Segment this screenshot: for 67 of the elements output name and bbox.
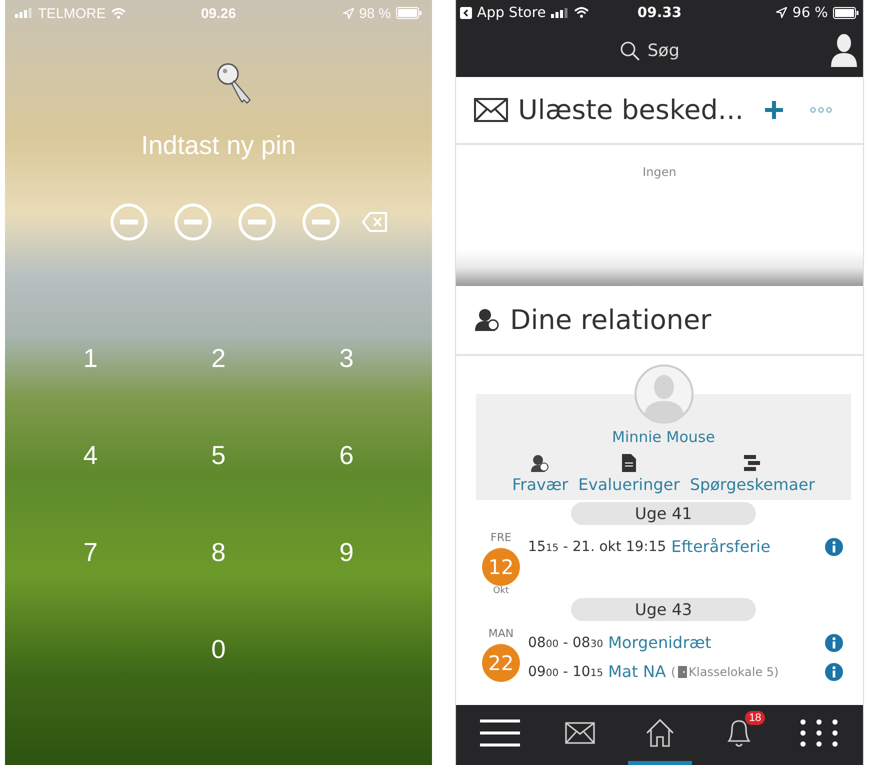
relation-link[interactable]: Spørgeskemaer — [690, 454, 815, 494]
add-icon[interactable] — [764, 100, 784, 120]
profile-icon[interactable] — [831, 33, 857, 67]
keypad-key[interactable]: 0 — [198, 629, 238, 669]
event-time: 0900 - 1015 — [528, 664, 604, 680]
wifi-icon — [574, 7, 589, 18]
keypad-key[interactable]: 5 — [198, 435, 238, 475]
home-icon — [644, 718, 674, 748]
search-icon — [620, 41, 640, 61]
keypad-key[interactable]: 1 — [70, 338, 110, 378]
clock-time: 09.26 — [200, 5, 236, 21]
location-arrow-icon — [776, 7, 788, 18]
section-title: Dine relationer — [510, 304, 712, 336]
event-title[interactable]: Mat NA — [608, 662, 666, 681]
weekday-label: FRE — [490, 531, 512, 544]
battery-icon — [832, 6, 859, 18]
battery-icon — [396, 7, 422, 19]
keypad-key[interactable]: 7 — [70, 532, 110, 572]
event-location: Klasselokale 5) — [688, 664, 779, 678]
info-icon[interactable] — [825, 634, 843, 652]
info-icon[interactable] — [825, 662, 843, 680]
info-icon[interactable] — [825, 538, 843, 556]
keypad-key[interactable]: 9 — [326, 532, 366, 572]
relation-link[interactable]: Evalueringer — [578, 454, 680, 494]
event-time: 0800 - 0830 — [528, 634, 604, 650]
door-icon — [678, 666, 687, 678]
week-label: Uge 43 — [571, 598, 756, 621]
relation-link[interactable]: Fravær — [512, 454, 568, 494]
back-app-name[interactable]: App Store — [477, 4, 546, 20]
notification-badge: 18 — [745, 711, 766, 725]
nav-tab[interactable]: 18 — [707, 705, 772, 765]
signal-icon — [550, 8, 569, 18]
signal-icon — [15, 8, 33, 18]
keypad-key[interactable]: 4 — [70, 435, 110, 475]
event-title[interactable]: Efterårsferie — [671, 537, 770, 556]
people-icon — [474, 307, 500, 333]
document-icon — [622, 454, 636, 472]
battery-percentage: 98 % — [359, 5, 391, 21]
location-arrow-icon — [343, 8, 354, 18]
event-title[interactable]: Morgenidræt — [608, 633, 712, 652]
battery-percentage: 96 % — [792, 4, 828, 20]
menu-icon — [480, 719, 520, 747]
keypad-key[interactable]: 2 — [198, 338, 238, 378]
wifi-icon — [110, 8, 126, 18]
keypad-key[interactable]: 3 — [326, 338, 366, 378]
date-circle: 12 — [482, 548, 520, 586]
month-label: Okt — [493, 586, 509, 596]
pin-prompt: Indtast ny pin — [141, 130, 296, 161]
week-label: Uge 41 — [571, 502, 756, 525]
carrier-name: TELMORE — [38, 5, 106, 21]
envelope-icon — [474, 98, 508, 122]
date-circle: 22 — [482, 644, 520, 682]
clock-time: 09.33 — [637, 4, 682, 20]
event-time: 15 15 - 21. okt 19:15 — [528, 538, 666, 554]
relation-name[interactable]: Minnie Mouse — [612, 428, 715, 446]
empty-message-text: Ingen — [642, 165, 676, 181]
section-title: Ulæste besked... — [518, 94, 744, 126]
search-field[interactable]: Søg — [646, 40, 700, 62]
person-icon — [531, 454, 550, 472]
envelope-icon — [564, 722, 595, 744]
keypad-key[interactable]: 8 — [198, 532, 238, 572]
weekday-label: MAN — [488, 627, 514, 640]
apps-grid-icon — [800, 719, 838, 747]
list-icon — [743, 454, 762, 472]
more-options-icon[interactable] — [810, 107, 832, 113]
keypad-key[interactable]: 6 — [326, 435, 366, 475]
location-bracket: ( — [670, 664, 676, 678]
